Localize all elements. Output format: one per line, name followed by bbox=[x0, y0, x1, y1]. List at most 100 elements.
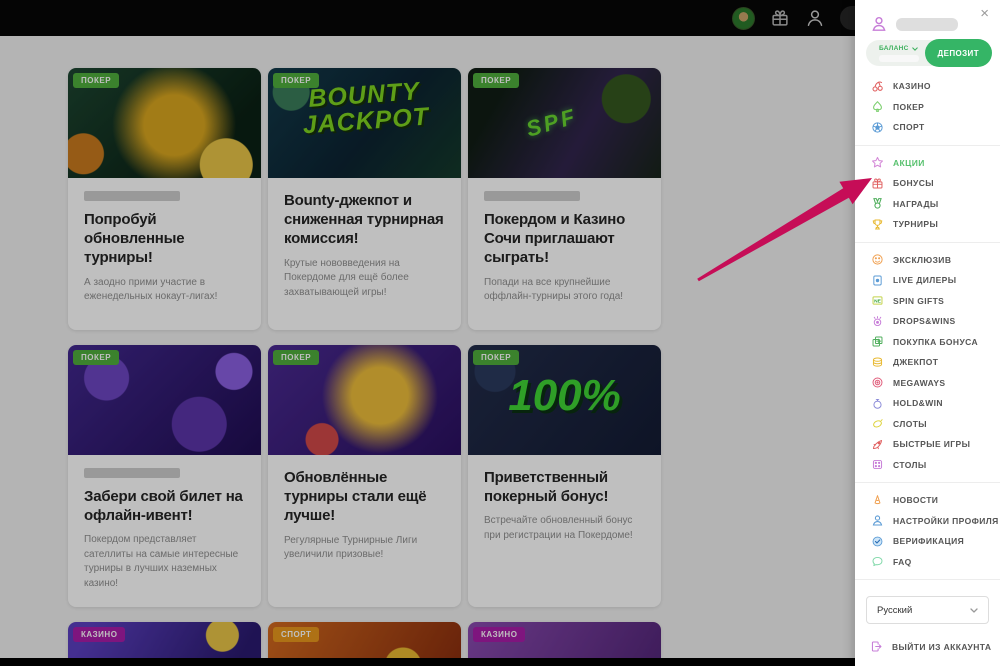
menu-label: АКЦИИ bbox=[893, 158, 925, 168]
deposit-button[interactable]: ДЕПОЗИТ bbox=[925, 39, 992, 67]
menu-item-spin-gifts[interactable]: NE SPIN GIFTS bbox=[855, 291, 1000, 312]
promo-card-updated-tournaments[interactable]: ПОКЕР Попробуй обновленные турниры! А за… bbox=[68, 68, 261, 330]
promo-image-spf: ПОКЕР SPF bbox=[468, 68, 661, 178]
promo-image-gold-cup: ПОКЕР bbox=[268, 345, 461, 455]
category-badge: КАЗИНО bbox=[73, 627, 125, 642]
rocket-icon bbox=[871, 438, 884, 451]
menu-item-live-dealers[interactable]: LIVE ДИЛЕРЫ bbox=[855, 270, 1000, 291]
promo-image-text: SPF bbox=[523, 103, 580, 142]
menu-label: НОВОСТИ bbox=[893, 495, 938, 505]
promo-title: Обновлённые турниры стали ещё лучше! bbox=[284, 468, 445, 526]
logout-label: ВЫЙТИ ИЗ АККАУНТА bbox=[892, 642, 991, 652]
category-badge: ПОКЕР bbox=[473, 350, 519, 365]
menu-item-megaways[interactable]: MEGAWAYS bbox=[855, 373, 1000, 394]
chevron-down-icon bbox=[970, 608, 978, 613]
promo-card-better-tournaments[interactable]: ПОКЕР Обновлённые турниры стали ещё лучш… bbox=[268, 345, 461, 607]
person-icon bbox=[871, 514, 884, 527]
menu-label: СЛОТЫ bbox=[893, 419, 927, 429]
logout-button[interactable]: ВЫЙТИ ИЗ АККАУНТА bbox=[870, 640, 991, 653]
gift-icon bbox=[871, 177, 884, 190]
bottom-black-bar bbox=[0, 658, 1000, 666]
menu-label: ВЕРИФИКАЦИЯ bbox=[893, 536, 964, 546]
spade-icon bbox=[871, 100, 884, 113]
menu-item-fast-games[interactable]: БЫСТРЫЕ ИГРЫ bbox=[855, 434, 1000, 455]
menu-item-slots[interactable]: СЛОТЫ bbox=[855, 414, 1000, 435]
menu-label: FAQ bbox=[893, 557, 912, 567]
promo-card-sochi-casino[interactable]: ПОКЕР SPF Покердом и Казино Сочи приглаш… bbox=[468, 68, 661, 330]
category-badge: ПОКЕР bbox=[73, 350, 119, 365]
promo-image-text: BOUNTY JACKPOT bbox=[288, 77, 441, 140]
menu-item-sport[interactable]: СПОРТ bbox=[855, 117, 1000, 138]
menu-item-drops-wins[interactable]: DROPS&WINS bbox=[855, 311, 1000, 332]
football-icon bbox=[871, 121, 884, 134]
promo-title: Забери свой билет на офлайн-ивент! bbox=[84, 487, 245, 525]
menu-label: LIVE ДИЛЕРЫ bbox=[893, 275, 956, 285]
category-badge: СПОРТ bbox=[273, 627, 319, 642]
menu-label: DROPS&WINS bbox=[893, 316, 956, 326]
close-icon[interactable]: × bbox=[980, 6, 989, 21]
menu-item-bonuses[interactable]: БОНУСЫ bbox=[855, 173, 1000, 194]
username-redacted bbox=[896, 18, 958, 31]
star-icon bbox=[871, 156, 884, 169]
promo-card-welcome-bonus[interactable]: ПОКЕР 100% Приветственный покерный бонус… bbox=[468, 345, 661, 607]
menu-item-news[interactable]: НОВОСТИ bbox=[855, 490, 1000, 511]
menu-item-verification[interactable]: ВЕРИФИКАЦИЯ bbox=[855, 531, 1000, 552]
menu-label: КАЗИНО bbox=[893, 81, 931, 91]
language-select[interactable]: Русский bbox=[866, 596, 989, 624]
menu-item-jackpot[interactable]: ДЖЕКПОТ bbox=[855, 352, 1000, 373]
menu-item-rewards[interactable]: НАГРАДЫ bbox=[855, 194, 1000, 215]
logout-icon bbox=[870, 640, 883, 653]
promo-card-bounty-jackpot[interactable]: ПОКЕР BOUNTY JACKPOT Bounty-джекпот и сн… bbox=[268, 68, 461, 330]
target-icon bbox=[871, 376, 884, 389]
menu-item-casino[interactable]: КАЗИНО bbox=[855, 76, 1000, 97]
horn-icon bbox=[871, 494, 884, 507]
menu-label: ПОКЕР bbox=[893, 102, 924, 112]
category-badge: ПОКЕР bbox=[473, 73, 519, 88]
bonus-buy-icon bbox=[871, 335, 884, 348]
balance-label: БАЛАНС bbox=[879, 45, 909, 52]
menu-label: ПОКУПКА БОНУСА bbox=[893, 337, 978, 347]
menu-item-poker[interactable]: ПОКЕР bbox=[855, 97, 1000, 118]
account-icon[interactable] bbox=[805, 8, 825, 28]
avatar[interactable] bbox=[732, 7, 755, 30]
menu-label: ТУРНИРЫ bbox=[893, 219, 938, 229]
promo-grid: ПОКЕР Попробуй обновленные турниры! А за… bbox=[68, 68, 661, 666]
drawer-menu: КАЗИНО ПОКЕР СПОРТ АКЦИИ БОНУСЫ НАГРАДЫ … bbox=[855, 76, 1000, 587]
menu-item-bonus-buy[interactable]: ПОКУПКА БОНУСА bbox=[855, 332, 1000, 353]
check-circle-icon bbox=[871, 535, 884, 548]
promo-title: Приветственный покерный бонус! bbox=[484, 468, 645, 506]
menu-label: SPIN GIFTS bbox=[893, 296, 944, 306]
menu-label: ДЖЕКПОТ bbox=[893, 357, 938, 367]
menu-label: НАСТРОЙКИ ПРОФИЛЯ bbox=[893, 516, 999, 526]
menu-item-tournaments[interactable]: ТУРНИРЫ bbox=[855, 214, 1000, 235]
divider bbox=[855, 482, 1000, 483]
redacted-date-bar bbox=[84, 468, 180, 478]
promo-title: Попробуй обновленные турниры! bbox=[84, 210, 245, 268]
balance-amount-redacted bbox=[879, 55, 919, 62]
menu-item-exclusive[interactable]: ЭКСКЛЮЗИВ bbox=[855, 250, 1000, 271]
menu-item-hold-win[interactable]: HOLD&WIN bbox=[855, 393, 1000, 414]
menu-label: БЫСТРЫЕ ИГРЫ bbox=[893, 439, 970, 449]
promo-title: Bounty-джекпот и сниженная турнирная ком… bbox=[284, 191, 445, 249]
top-header: БАЛАНС bbox=[0, 0, 1000, 36]
profile-row bbox=[870, 15, 958, 33]
promo-page: ПОКЕР Попробуй обновленные турниры! А за… bbox=[0, 36, 855, 666]
menu-item-promotions[interactable]: АКЦИИ bbox=[855, 153, 1000, 174]
promo-description: Покердом представляет сателлиты на самые… bbox=[84, 533, 245, 591]
menu-item-faq[interactable]: FAQ bbox=[855, 552, 1000, 573]
promo-image-trophy: ПОКЕР bbox=[68, 68, 261, 178]
promo-image-100-percent: ПОКЕР 100% bbox=[468, 345, 661, 455]
lemon-icon bbox=[871, 417, 884, 430]
coins-icon bbox=[871, 356, 884, 369]
gift-icon[interactable] bbox=[770, 8, 790, 28]
menu-item-tables[interactable]: СТОЛЫ bbox=[855, 455, 1000, 476]
menu-label: СПОРТ bbox=[893, 122, 925, 132]
menu-item-profile-settings[interactable]: НАСТРОЙКИ ПРОФИЛЯ bbox=[855, 511, 1000, 532]
promo-card-offline-ticket[interactable]: ПОКЕР Забери свой билет на офлайн-ивент!… bbox=[68, 345, 261, 607]
menu-label: БОНУСЫ bbox=[893, 178, 934, 188]
menu-label: ЭКСКЛЮЗИВ bbox=[893, 255, 951, 265]
cherries-icon bbox=[871, 80, 884, 93]
menu-label: MEGAWAYS bbox=[893, 378, 945, 388]
category-badge: ПОКЕР bbox=[73, 73, 119, 88]
user-avatar-icon bbox=[870, 15, 888, 33]
